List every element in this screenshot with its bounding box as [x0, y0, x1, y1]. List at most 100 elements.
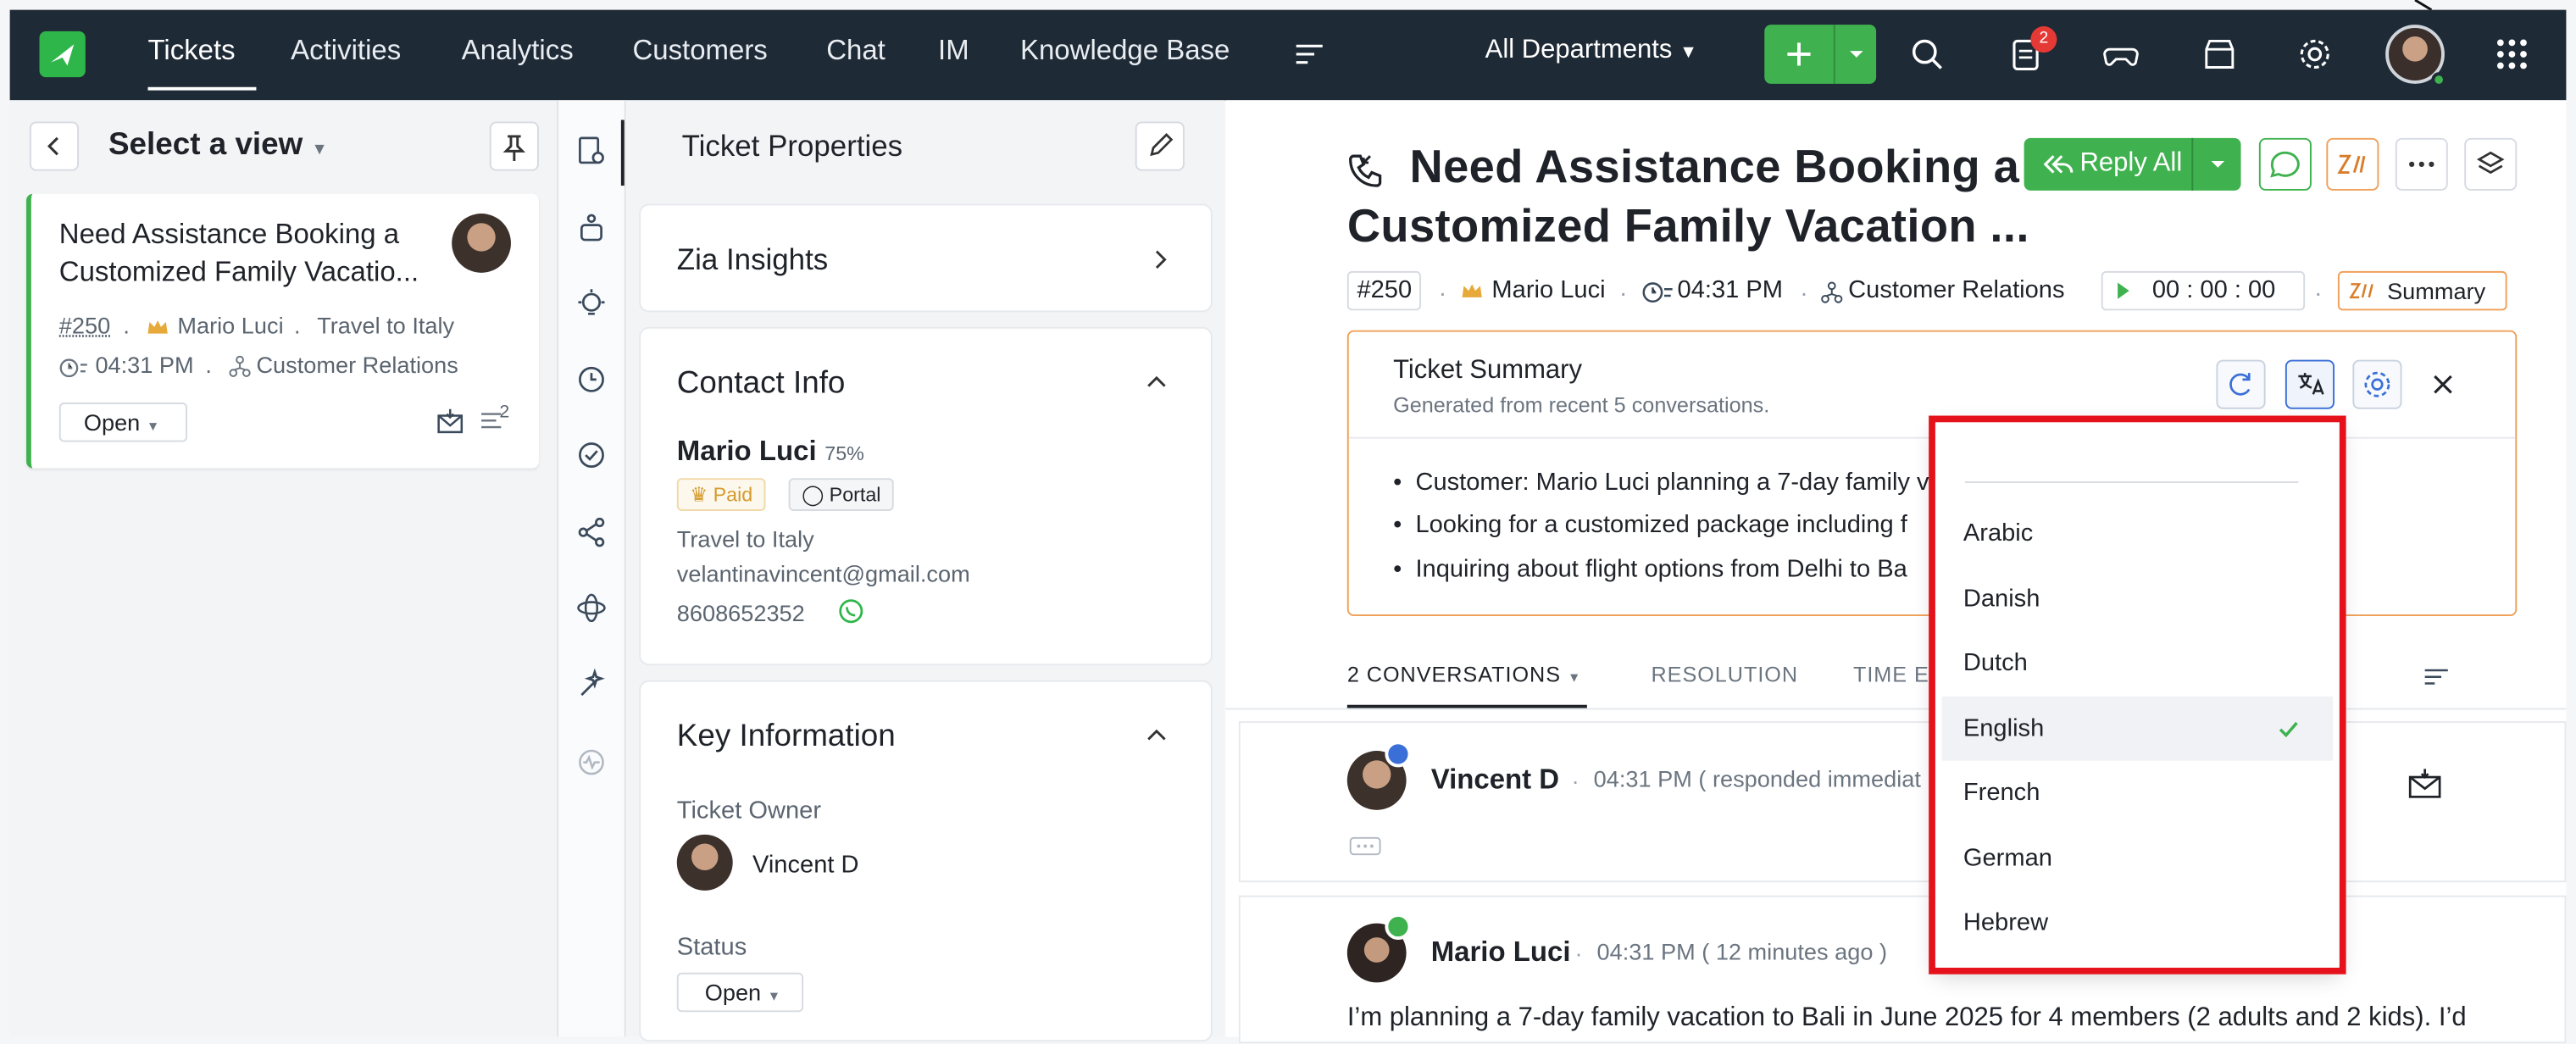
team-icon	[1821, 281, 1843, 303]
lightbulb-icon[interactable]	[575, 287, 608, 320]
zia-button[interactable]	[2326, 137, 2379, 191]
layers-button[interactable]	[2464, 137, 2518, 191]
activity-pulse-icon[interactable]	[575, 746, 608, 779]
team-icon	[229, 355, 251, 377]
summary-bullet-text: Customer: Mario Luci planning a 7-day fa…	[1415, 468, 1929, 497]
contact-account[interactable]: Travel to Italy	[677, 525, 814, 552]
separator-dot: .	[1800, 274, 1808, 303]
nav-tickets[interactable]: Tickets	[147, 35, 235, 68]
chevron-down-icon: ▼	[767, 989, 781, 1004]
key-information-card: Key Information Ticket Owner Vincent D S…	[639, 680, 1213, 1042]
chevron-down-icon: ▼	[1679, 42, 1698, 63]
chevron-left-icon	[47, 136, 58, 156]
apps-grid-icon[interactable]	[2494, 36, 2530, 73]
tab-resolution[interactable]: RESOLUTION	[1651, 662, 1798, 686]
gamepad-icon[interactable]	[2103, 36, 2140, 73]
app-logo[interactable]	[39, 31, 86, 78]
email-channel-icon	[2408, 769, 2441, 798]
portal-tag-label: Portal	[829, 483, 881, 507]
ticket-number[interactable]: #250	[1346, 270, 1422, 311]
summary-button[interactable]: Summary	[2337, 270, 2507, 311]
whatsapp-icon[interactable]	[838, 598, 864, 625]
rail-active-indicator	[620, 119, 625, 186]
share-icon[interactable]	[575, 516, 608, 549]
key-information-heading: Key Information	[676, 719, 896, 754]
checkmark-circle-icon[interactable]	[575, 439, 608, 472]
pin-button[interactable]	[489, 121, 539, 171]
regenerate-summary-button[interactable]	[2216, 359, 2266, 409]
department-selector[interactable]: All Departments ▼	[1485, 36, 1697, 66]
translate-summary-button[interactable]	[2285, 359, 2335, 409]
reply-all-icon	[2043, 155, 2074, 174]
nav-activities[interactable]: Activities	[291, 35, 401, 68]
play-icon[interactable]	[2112, 281, 2132, 301]
ticket-title-continued: Customized Family Vacatio...	[58, 256, 419, 288]
chat-button[interactable]	[2258, 137, 2312, 191]
nav-knowledge-base[interactable]: Knowledge Base	[1020, 35, 1230, 68]
contact-email[interactable]: velantinavincent@gmail.com	[677, 560, 970, 586]
chevron-up-icon[interactable]	[1143, 723, 1169, 746]
timer[interactable]: 00 : 00 : 00	[2101, 270, 2306, 311]
ticket-account[interactable]: Travel to Italy	[317, 312, 454, 338]
integrations-icon[interactable]	[575, 591, 608, 625]
sort-icon[interactable]	[2422, 667, 2451, 686]
conversation-item[interactable]: Mario Luci . 04:31 PM ( 12 minutes ago )…	[1238, 895, 2567, 1044]
reply-all-label: Reply All	[2079, 149, 2183, 178]
zia-icon	[2337, 154, 2366, 175]
nav-chat[interactable]: Chat	[826, 35, 886, 68]
expand-dots-icon[interactable]	[1349, 836, 1382, 856]
ticket-owner[interactable]: Vincent D	[752, 851, 859, 879]
ticket-properties-icon[interactable]	[575, 135, 608, 168]
more-horizontal-icon	[2409, 161, 2434, 167]
phone-incoming-icon	[1349, 154, 1382, 187]
history-icon[interactable]	[575, 363, 608, 396]
status-dropdown[interactable]: Open ▼	[676, 972, 804, 1013]
crown-icon: ♛	[690, 483, 708, 507]
chat-bubble-icon	[2270, 151, 2300, 178]
customer-badge-icon	[1385, 913, 1412, 940]
summary-settings-button[interactable]	[2352, 359, 2402, 409]
tab-conversations[interactable]: 2 CONVERSATIONS ▼	[1347, 662, 1581, 686]
tab-time-entry[interactable]: TIME E	[1853, 662, 1929, 686]
contact-score: 75%	[824, 441, 864, 465]
add-button[interactable]	[1764, 25, 1877, 84]
conversation-author: Vincent D	[1430, 764, 1560, 796]
contact-info-heading: Contact Info	[676, 366, 846, 402]
summary-bullet-text: Looking for a customized package includi…	[1415, 510, 1907, 539]
edit-properties-button[interactable]	[1135, 121, 1185, 171]
close-icon[interactable]	[2429, 371, 2456, 397]
view-selector[interactable]: Select a view ▼	[108, 128, 328, 164]
email-channel-icon	[437, 408, 464, 434]
ticket-status-dropdown[interactable]: Open ▼	[58, 403, 188, 442]
nav-customers[interactable]: Customers	[632, 35, 767, 68]
more-options-button[interactable]	[2395, 137, 2448, 191]
ticket-owner-label: Ticket Owner	[676, 797, 822, 825]
pin-icon	[502, 135, 526, 162]
ticket-list-item[interactable]: Need Assistance Booking a Customized Fam…	[26, 193, 539, 469]
layers-icon	[2476, 151, 2505, 175]
search-icon[interactable]	[1909, 36, 1946, 73]
store-icon[interactable]	[2201, 36, 2238, 73]
contact-name[interactable]: Mario Luci	[677, 436, 817, 469]
contact-phone[interactable]: 8608652352	[677, 600, 805, 626]
ticket-contact[interactable]: Mario Luci	[177, 312, 283, 338]
zia-bot-icon[interactable]	[575, 212, 608, 245]
menu-icon[interactable]	[1291, 36, 1328, 73]
chevron-down-icon[interactable]	[1837, 25, 1877, 84]
zia-insights-card[interactable]: Zia Insights	[639, 203, 1213, 313]
chevron-down-icon[interactable]	[2195, 138, 2240, 191]
paid-tag-label: Paid	[713, 483, 753, 507]
reply-all-button[interactable]: Reply All	[2024, 137, 2241, 191]
nav-im[interactable]: IM	[938, 35, 969, 68]
ticket-contact[interactable]: Mario Luci	[1491, 276, 1605, 304]
nav-analytics[interactable]: Analytics	[462, 35, 574, 68]
gear-icon[interactable]	[2296, 36, 2333, 73]
conversation-item[interactable]: Vincent D . 04:31 PM ( responded immedia…	[1238, 721, 2567, 883]
gear-icon	[2364, 371, 2390, 397]
highlight-box	[1929, 415, 2346, 975]
translate-icon	[2298, 373, 2324, 395]
back-button[interactable]	[29, 121, 80, 171]
chevron-up-icon[interactable]	[1143, 369, 1169, 392]
magic-wand-icon[interactable]	[575, 667, 608, 700]
ticket-number[interactable]: #250	[59, 312, 110, 338]
